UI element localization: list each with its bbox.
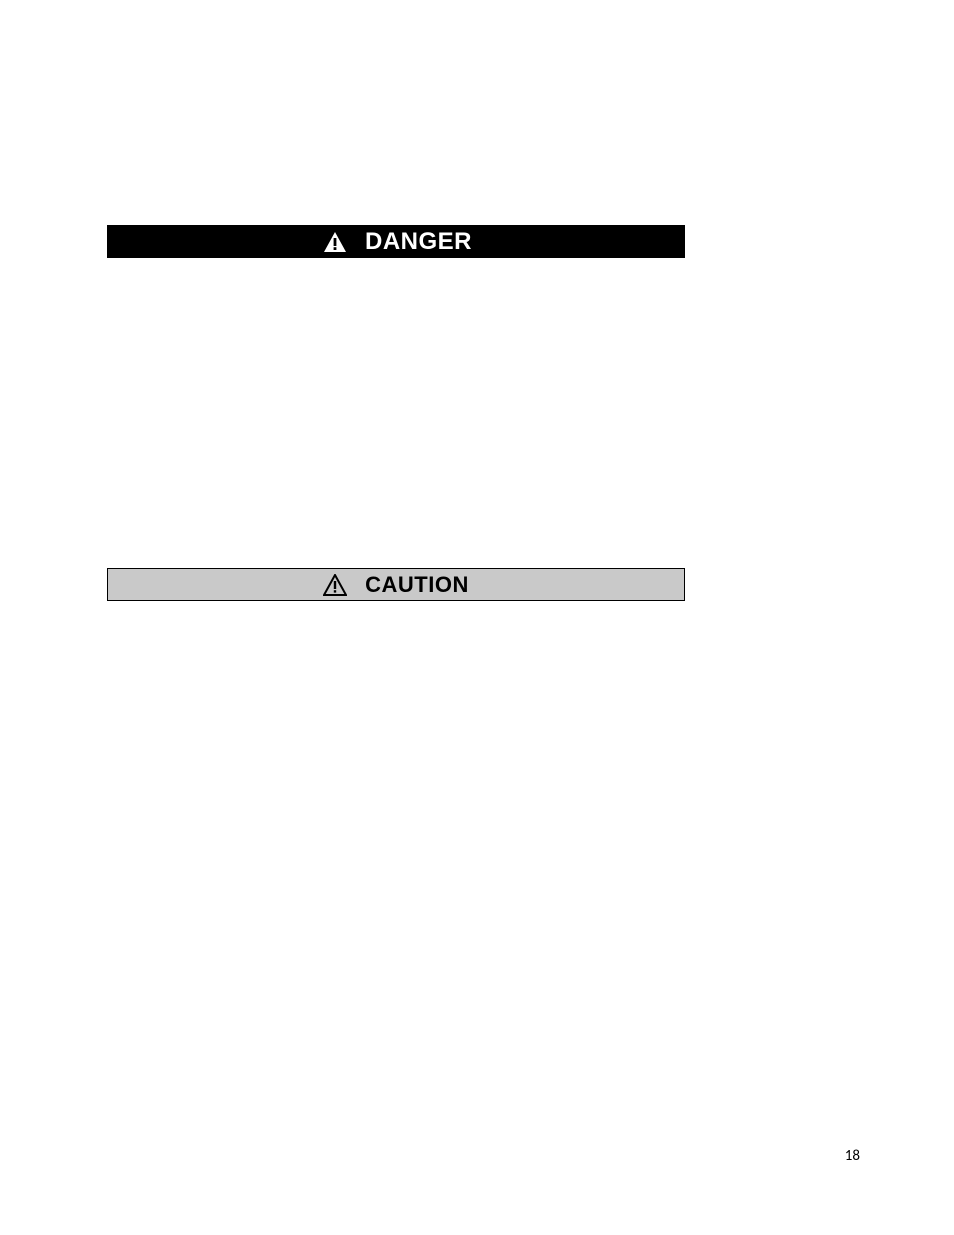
caution-banner: CAUTION bbox=[107, 568, 685, 601]
alert-triangle-icon bbox=[323, 231, 347, 253]
caution-banner-inner: CAUTION bbox=[323, 572, 469, 598]
page-number: 18 bbox=[845, 1147, 860, 1165]
danger-banner-inner: DANGER bbox=[323, 228, 472, 256]
danger-label: DANGER bbox=[365, 228, 472, 256]
document-page: DANGER CAUTION 18 bbox=[0, 0, 954, 1235]
caution-label: CAUTION bbox=[365, 572, 469, 598]
danger-banner: DANGER bbox=[107, 225, 685, 258]
alert-triangle-icon bbox=[323, 574, 347, 596]
